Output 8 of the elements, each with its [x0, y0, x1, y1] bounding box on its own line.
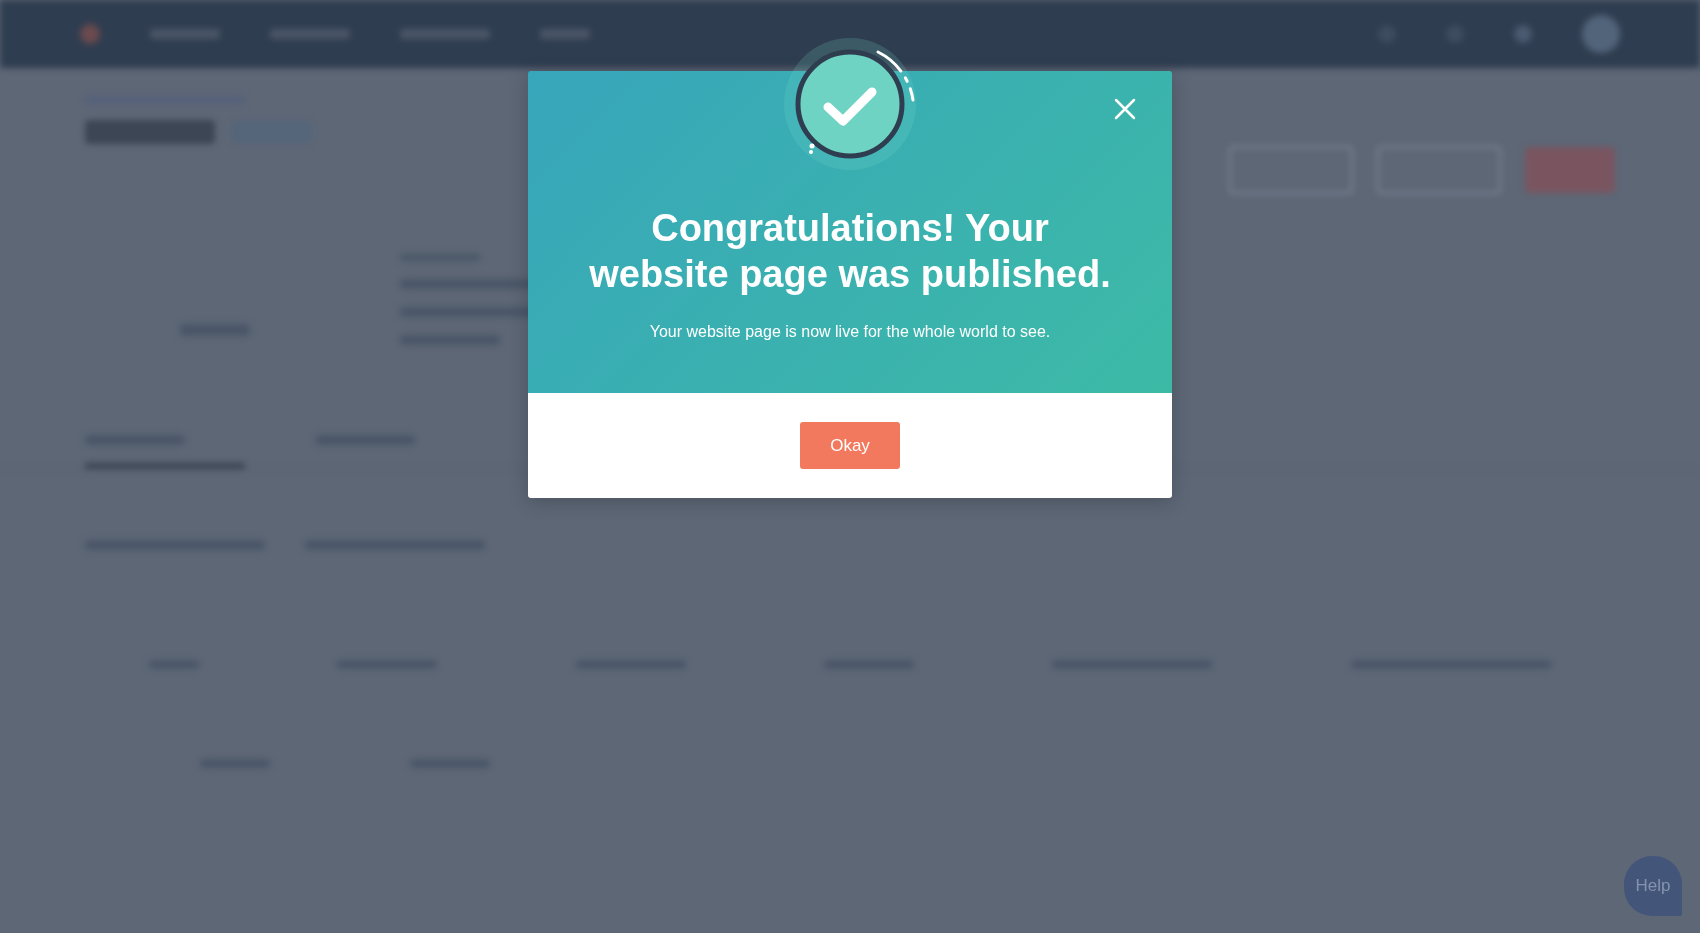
- primary-button[interactable]: [1525, 147, 1615, 193]
- okay-button[interactable]: Okay: [800, 422, 900, 469]
- dialog-title: Congratulations! Your website page was published.: [589, 206, 1111, 297]
- avatar[interactable]: [1582, 15, 1620, 53]
- logo-icon[interactable]: [80, 24, 100, 44]
- close-icon[interactable]: [1112, 96, 1138, 122]
- help-button[interactable]: Help: [1624, 856, 1682, 916]
- dialog-message: Your website page is now live for the whole world to see.: [649, 323, 1051, 341]
